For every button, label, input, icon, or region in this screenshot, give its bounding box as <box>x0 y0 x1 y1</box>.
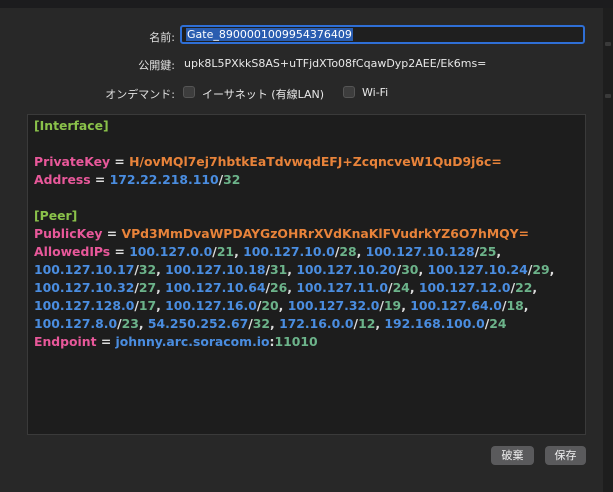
allowed-ip-address: 100.127.10.20 <box>296 262 397 277</box>
endpoint-key: Endpoint <box>34 334 97 349</box>
endpoint-host: johnny.arc.soracom.io <box>115 334 270 349</box>
allowed-ips-line: AllowedIPs = 100.127.0.0/21, 100.127.10.… <box>34 244 502 259</box>
editor-line: Endpoint = johnny.arc.soracom.io:11010 <box>34 334 318 349</box>
background-window-edge <box>603 8 613 492</box>
allowed-ip-mask: 20 <box>261 298 279 313</box>
allowed-ip-mask: 23 <box>121 316 139 331</box>
allowed-ip-mask: 30 <box>401 262 419 277</box>
discard-button[interactable]: 破棄 <box>491 446 534 465</box>
editor-line: PrivateKey = H/ovMQl7ej7hbtkEaTdvwqdEFJ+… <box>34 154 502 169</box>
allowed-ip-address: 100.127.0.0 <box>129 244 213 259</box>
allowed-ip-mask: 32 <box>138 262 157 277</box>
allowed-ips-block: AllowedIPs = 100.127.0.0/21, 100.127.10.… <box>34 243 579 333</box>
allowed-ip-address: 100.127.10.32 <box>34 280 135 295</box>
peer-section-header: [Peer] <box>34 208 78 223</box>
allowed-ip-mask: 26 <box>270 280 288 295</box>
allowed-ip-mask: 25 <box>479 244 497 259</box>
edge-mark <box>605 94 611 98</box>
allowed-ip-address: 100.127.64.0 <box>410 298 502 313</box>
editor-line: PublicKey = VPd3MmDvaWPDAYGzOHRrXVdKnaKl… <box>34 226 530 241</box>
allowed-ip-mask: 24 <box>489 316 507 331</box>
ethernet-checkbox[interactable] <box>183 86 195 98</box>
allowed-ip-address: 100.127.8.0 <box>34 316 118 331</box>
address-key: Address <box>34 172 91 187</box>
allowed-ip-mask: 17 <box>138 298 157 313</box>
allowed-ips-line: 100.127.8.0/23, 54.250.252.67/32, 172.16… <box>34 316 507 331</box>
wifi-checkbox[interactable] <box>343 86 355 98</box>
config-editor[interactable]: [Interface] PrivateKey = H/ovMQl7ej7hbtk… <box>27 114 586 435</box>
ethernet-label: イーサネット (有線LAN) <box>202 88 324 101</box>
allowed-ip-mask: 21 <box>216 244 235 259</box>
allowed-ip-address: 100.127.10.17 <box>34 262 135 277</box>
private-key-value: H/ovMQl7ej7hbtkEaTdvwqdEFJ+ZcqncveW1QuD9… <box>129 154 502 169</box>
allowed-ip-address: 100.127.16.0 <box>165 298 257 313</box>
allowed-ip-mask: 22 <box>515 280 533 295</box>
name-input[interactable]: Gate_8900001009954376409 <box>180 25 585 44</box>
allowed-ip-address: 100.127.11.0 <box>296 280 389 295</box>
name-value[interactable]: Gate_8900001009954376409 <box>186 28 353 41</box>
editor-line: [Peer] <box>34 207 579 225</box>
allowed-ip-mask: 29 <box>532 262 550 277</box>
pubkey-value: upk8L5PXkkS8AS+uTFjdXTo08fCqawDyp2AEE/Ek… <box>184 57 487 70</box>
editor-line: Address = 172.22.218.110/32 <box>34 172 241 187</box>
allowed-ips-key: AllowedIPs <box>34 244 111 259</box>
allowed-ips-line: 100.127.10.17/32, 100.127.10.18/31, 100.… <box>34 262 555 277</box>
allowed-ip-mask: 32 <box>252 316 271 331</box>
allowed-ip-address: 100.127.10.18 <box>165 262 266 277</box>
allowed-ip-address: 100.127.10.24 <box>427 262 528 277</box>
allowed-ip-address: 100.127.10.128 <box>365 244 475 259</box>
address-mask: 32 <box>223 172 241 187</box>
wifi-label: Wi-Fi <box>362 86 389 99</box>
allowed-ip-address: 54.250.252.67 <box>147 316 249 331</box>
allowed-ip-address: 100.127.10.0 <box>243 244 335 259</box>
pubkey-label: 公開鍵: <box>138 59 175 72</box>
endpoint-port: 11010 <box>274 334 318 349</box>
allowed-ip-mask: 31 <box>270 262 288 277</box>
allowed-ip-mask: 24 <box>392 280 410 295</box>
window-top-strip <box>0 0 613 8</box>
public-key-key: PublicKey <box>34 226 103 241</box>
interface-section-header: [Interface] <box>34 118 109 133</box>
allowed-ip-address: 100.127.32.0 <box>287 298 380 313</box>
allowed-ip-mask: 12 <box>358 316 376 331</box>
name-label: 名前: <box>149 31 175 44</box>
allowed-ip-address: 100.127.128.0 <box>34 298 135 313</box>
edge-mark <box>605 42 611 46</box>
save-button[interactable]: 保存 <box>545 446 586 465</box>
address-ip: 172.22.218.110 <box>109 172 219 187</box>
editor-line: [Interface] <box>34 117 579 135</box>
allowed-ip-address: 100.127.12.0 <box>418 280 511 295</box>
allowed-ip-mask: 28 <box>339 244 357 259</box>
allowed-ip-address: 192.168.100.0 <box>384 316 485 331</box>
allowed-ip-mask: 27 <box>138 280 157 295</box>
allowed-ip-mask: 19 <box>383 298 402 313</box>
private-key-key: PrivateKey <box>34 154 111 169</box>
allowed-ip-mask: 18 <box>506 298 524 313</box>
allowed-ips-line: 100.127.10.32/27, 100.127.10.64/26, 100.… <box>34 280 538 295</box>
allowed-ip-address: 172.16.0.0 <box>279 316 354 331</box>
public-key-value: VPd3MmDvaWPDAYGzOHRrXVdKnaKlFVudrkYZ6O7h… <box>121 226 530 241</box>
allowed-ip-address: 100.127.10.64 <box>165 280 266 295</box>
allowed-ips-line: 100.127.128.0/17, 100.127.16.0/20, 100.1… <box>34 298 529 313</box>
ondemand-label: オンデマンド: <box>105 88 175 101</box>
